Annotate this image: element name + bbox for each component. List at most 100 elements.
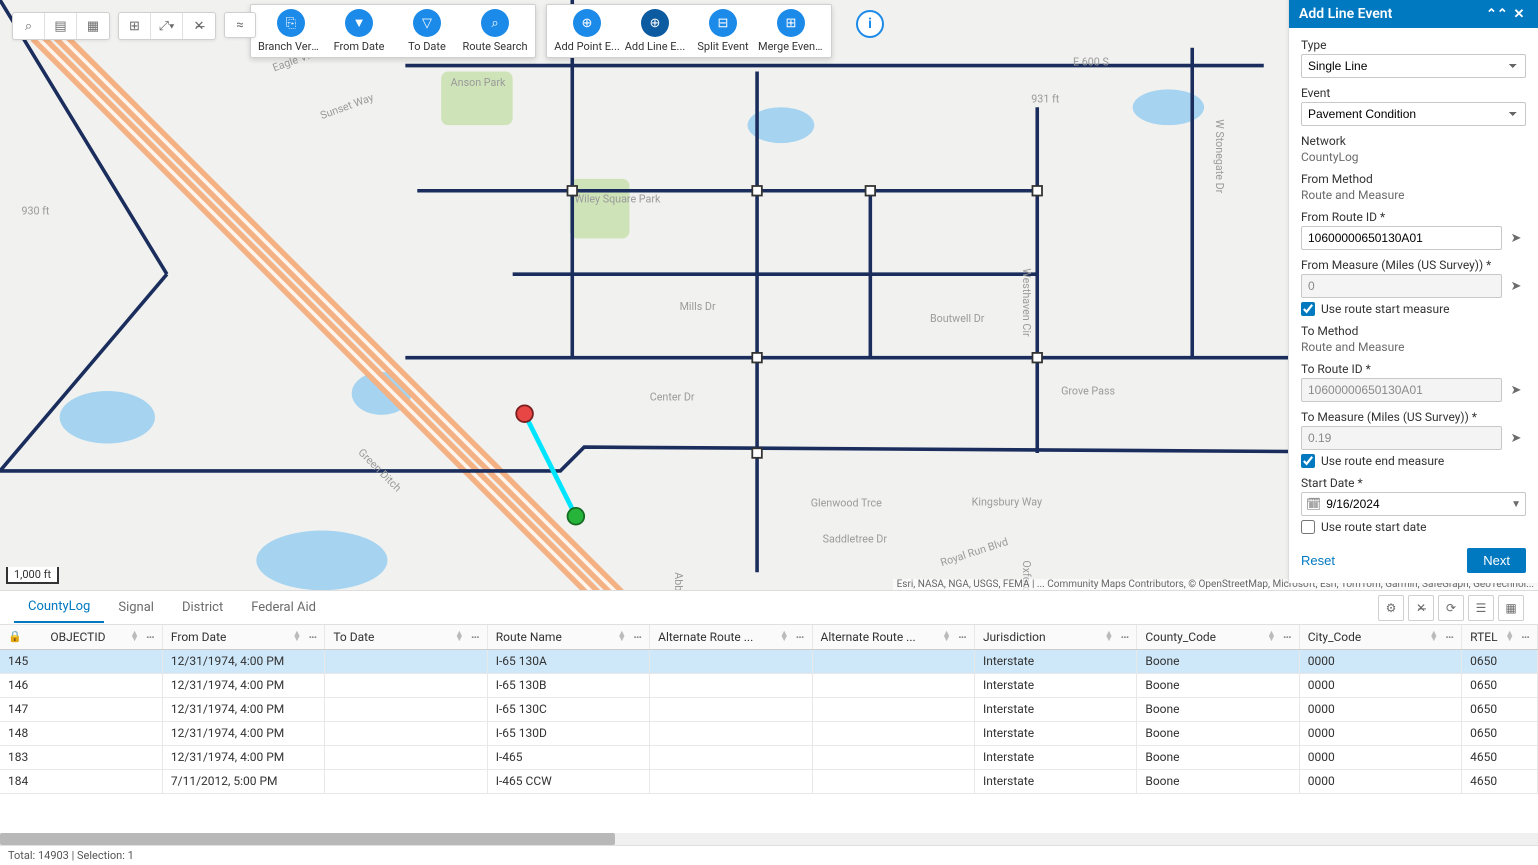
- table-row[interactable]: 18312/31/1974, 4:00 PMI-465InterstateBoo…: [0, 745, 1538, 769]
- table-cell: [650, 745, 812, 769]
- table-cell: Boone: [1137, 673, 1299, 697]
- sort-icon[interactable]: ▲▼: [1105, 632, 1114, 642]
- column-header[interactable]: Alternate Route ...▲▼···: [650, 625, 812, 649]
- from-date-button[interactable]: ▼From Date: [325, 9, 393, 53]
- to-route-input[interactable]: [1301, 378, 1502, 402]
- branch-version-button[interactable]: ⎘Branch Vers...: [257, 9, 325, 53]
- sort-icon[interactable]: ▲▼: [130, 632, 139, 642]
- event-select[interactable]: Pavement Condition: [1301, 102, 1526, 126]
- close-icon[interactable]: ✕: [1510, 7, 1528, 22]
- table-row[interactable]: 14612/31/1974, 4:00 PMI-65 130BInterstat…: [0, 673, 1538, 697]
- next-button[interactable]: Next: [1467, 548, 1526, 573]
- svg-text:Wiley Square Park: Wiley Square Park: [575, 193, 661, 206]
- column-menu-icon[interactable]: ···: [1441, 630, 1453, 644]
- tab-district[interactable]: District: [168, 593, 237, 622]
- collapse-icon[interactable]: ⌃⌃: [1486, 7, 1504, 22]
- split-icon: ⊟: [709, 9, 737, 37]
- sort-icon[interactable]: ▲▼: [942, 632, 951, 642]
- pick-route-icon[interactable]: ➤: [1506, 378, 1526, 402]
- column-header[interactable]: 🔒OBJECTID▲▼···: [0, 625, 162, 649]
- toolbar-group-1: ⌕ ▤ ▦: [12, 12, 110, 40]
- column-header[interactable]: County_Code▲▼···: [1137, 625, 1299, 649]
- type-select[interactable]: Single Line: [1301, 54, 1526, 78]
- svg-text:Center Dr: Center Dr: [650, 391, 695, 404]
- column-menu-icon[interactable]: ···: [1116, 630, 1128, 644]
- table-cell: [812, 673, 974, 697]
- horizontal-scrollbar[interactable]: [0, 833, 1538, 845]
- table-row[interactable]: 14512/31/1974, 4:00 PMI-65 130AInterstat…: [0, 649, 1538, 673]
- column-header[interactable]: RTEL▲▼···: [1462, 625, 1538, 649]
- sort-icon[interactable]: ▲▼: [1505, 632, 1514, 642]
- pick-measure-icon[interactable]: ➤: [1506, 274, 1526, 298]
- show-selected-icon[interactable]: ☰: [1468, 595, 1494, 621]
- column-header[interactable]: Alternate Route ...▲▼···: [812, 625, 974, 649]
- table-cell: 0000: [1299, 745, 1461, 769]
- column-header[interactable]: Jurisdiction▲▼···: [974, 625, 1136, 649]
- tab-countylog[interactable]: CountyLog: [14, 592, 104, 623]
- column-menu-icon[interactable]: ···: [304, 630, 316, 644]
- use-start-measure-checkbox[interactable]: [1301, 302, 1315, 316]
- sort-icon[interactable]: ▲▼: [1267, 632, 1276, 642]
- to-date-button[interactable]: ▽To Date: [393, 9, 461, 53]
- chevron-down-icon: ▼: [1511, 499, 1521, 510]
- to-measure-input[interactable]: [1301, 426, 1502, 450]
- refresh-icon[interactable]: ⟳: [1438, 595, 1464, 621]
- use-end-measure-label: Use route end measure: [1321, 454, 1444, 468]
- from-route-input[interactable]: [1301, 226, 1502, 250]
- settings-icon[interactable]: ≈: [224, 12, 256, 38]
- column-menu-icon[interactable]: ···: [1517, 630, 1529, 644]
- reset-button[interactable]: Reset: [1301, 553, 1335, 568]
- from-route-label: From Route ID *: [1301, 210, 1526, 224]
- event-label: Event: [1301, 86, 1526, 100]
- tab-signal[interactable]: Signal: [104, 593, 168, 622]
- search-icon[interactable]: ⌕: [13, 13, 45, 39]
- table-row[interactable]: 1847/11/2012, 5:00 PMI-465 CCWInterstate…: [0, 769, 1538, 793]
- add-point-event-button[interactable]: ⊕Add Point E...: [553, 9, 621, 53]
- tab-federal-aid[interactable]: Federal Aid: [237, 593, 330, 622]
- select-tool-icon[interactable]: ⤢▾: [151, 13, 183, 39]
- split-event-button[interactable]: ⊟Split Event: [689, 9, 757, 53]
- route-search-button[interactable]: ⌕Route Search: [461, 9, 529, 53]
- sort-icon[interactable]: ▲▼: [780, 632, 789, 642]
- column-menu-icon[interactable]: ···: [467, 630, 479, 644]
- sort-icon[interactable]: ▲▼: [617, 632, 626, 642]
- from-measure-input[interactable]: [1301, 274, 1502, 298]
- table-wrap[interactable]: 🔒OBJECTID▲▼···From Date▲▼···To Date▲▼···…: [0, 625, 1538, 833]
- bookmarks-icon[interactable]: ⊞: [119, 13, 151, 39]
- layers-icon[interactable]: ▤: [45, 13, 77, 39]
- sort-icon[interactable]: ▲▼: [293, 632, 302, 642]
- sort-icon[interactable]: ▲▼: [455, 632, 464, 642]
- table-cell: 184: [0, 769, 162, 793]
- table-cell: 4650: [1462, 745, 1538, 769]
- column-menu-icon[interactable]: ···: [954, 630, 966, 644]
- column-header[interactable]: City_Code▲▼···: [1299, 625, 1461, 649]
- add-line-event-button[interactable]: ⊕Add Line E...: [621, 9, 689, 53]
- column-header[interactable]: Route Name▲▼···: [487, 625, 649, 649]
- column-menu-icon[interactable]: ···: [792, 630, 804, 644]
- funnel-icon: ▽: [413, 9, 441, 37]
- column-header[interactable]: From Date▲▼···: [162, 625, 324, 649]
- table-row[interactable]: 14812/31/1974, 4:00 PMI-65 130DInterstat…: [0, 721, 1538, 745]
- line-event-icon: ⊕: [641, 9, 669, 37]
- basemap-icon[interactable]: ▦: [77, 13, 109, 39]
- pick-route-icon[interactable]: ➤: [1506, 226, 1526, 250]
- column-header[interactable]: To Date▲▼···: [325, 625, 487, 649]
- type-label: Type: [1301, 38, 1526, 52]
- merge-events-button[interactable]: ⊞Merge Events: [757, 9, 825, 53]
- column-menu-icon[interactable]: ···: [629, 630, 641, 644]
- table-row[interactable]: 14712/31/1974, 4:00 PMI-65 130CInterstat…: [0, 697, 1538, 721]
- sort-icon[interactable]: ▲▼: [1429, 632, 1438, 642]
- use-start-date-checkbox[interactable]: [1301, 520, 1315, 534]
- start-date-input[interactable]: 🗓 ▼: [1301, 492, 1526, 516]
- clear-filter-icon[interactable]: ✕̶: [1408, 595, 1434, 621]
- clear-selection-icon[interactable]: ✕̶: [183, 13, 215, 39]
- panel-header: Add Line Event ⌃⌃ ✕: [1289, 0, 1538, 28]
- info-button[interactable]: i: [856, 10, 884, 38]
- pick-measure-icon[interactable]: ➤: [1506, 426, 1526, 450]
- use-end-measure-checkbox[interactable]: [1301, 454, 1315, 468]
- filter-icon[interactable]: ⚙: [1378, 595, 1404, 621]
- column-menu-icon[interactable]: ···: [1279, 630, 1291, 644]
- options-icon[interactable]: ▦: [1498, 595, 1524, 621]
- table-cell: [650, 721, 812, 745]
- column-menu-icon[interactable]: ···: [142, 630, 154, 644]
